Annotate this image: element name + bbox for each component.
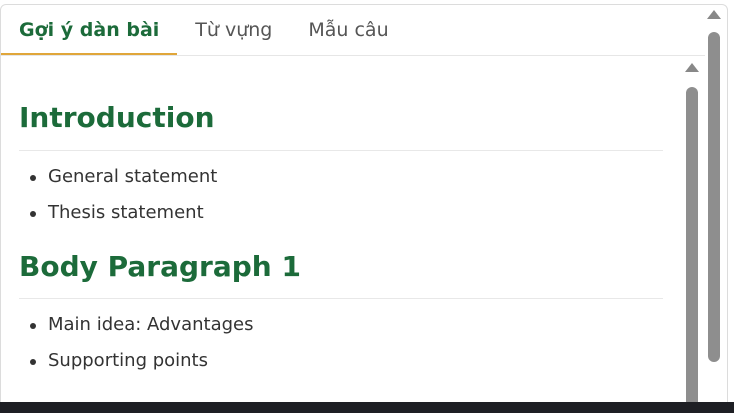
list-item: Supporting points: [1, 343, 254, 379]
introduction-list: General statement Thesis statement: [1, 159, 217, 231]
scrollbar-thumb[interactable]: [686, 87, 698, 411]
section-title-body-paragraph-1: Body Paragraph 1: [19, 250, 301, 283]
list-item: Thesis statement: [1, 195, 217, 231]
list-item: Main idea: Advantages: [1, 307, 254, 343]
list-item-text: General statement: [48, 166, 218, 187]
triangle-up-icon[interactable]: [685, 63, 699, 72]
list-item-text: Main idea: Advantages: [48, 314, 254, 335]
taskbar-strip: [0, 402, 734, 413]
section-divider: [19, 150, 663, 151]
scrollbar-thumb[interactable]: [708, 32, 720, 362]
section-title-introduction: Introduction: [19, 101, 215, 134]
bullet-icon: [30, 175, 36, 181]
list-item: General statement: [1, 159, 217, 195]
list-item-text: Thesis statement: [48, 202, 204, 223]
bullet-icon: [30, 323, 36, 329]
list-item-text: Supporting points: [48, 350, 208, 371]
tab-bar: Gợi ý dàn bài Từ vựng Mẫu câu: [1, 5, 705, 56]
tab-outline[interactable]: Gợi ý dàn bài: [1, 6, 178, 55]
body-paragraph-1-list: Main idea: Advantages Supporting points: [1, 307, 254, 379]
tab-vocabulary[interactable]: Từ vựng: [177, 6, 290, 55]
outline-content: Introduction General statement Thesis st…: [1, 57, 683, 411]
bullet-icon: [30, 211, 36, 217]
content-scrollbar[interactable]: [685, 63, 699, 411]
bullet-icon: [30, 359, 36, 365]
triangle-up-icon[interactable]: [707, 10, 721, 19]
page-scrollbar[interactable]: [706, 10, 722, 410]
tab-sentence-patterns[interactable]: Mẫu câu: [290, 6, 406, 55]
section-divider: [19, 298, 663, 299]
outline-panel: Gợi ý dàn bài Từ vựng Mẫu câu Introducti…: [0, 4, 728, 412]
